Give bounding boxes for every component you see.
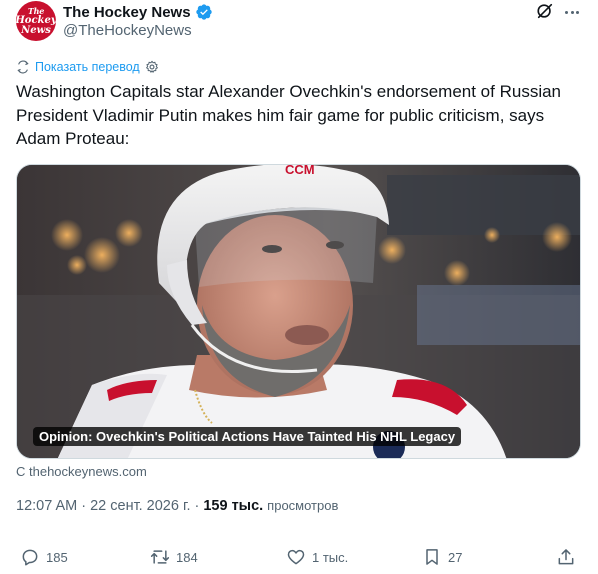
- article-photo: CCM: [17, 165, 580, 458]
- views-count: 159 тыс.: [203, 498, 264, 514]
- like-count: 1 тыс.: [312, 549, 349, 565]
- verified-badge-icon: [195, 4, 212, 20]
- tweet-time[interactable]: 12:07 AM: [16, 498, 77, 514]
- dot: [570, 10, 574, 14]
- more-dots-icon[interactable]: [562, 3, 582, 21]
- display-name[interactable]: The Hockey News: [63, 4, 191, 21]
- card-source[interactable]: С thehockeynews.com: [16, 464, 147, 479]
- bookmark-count: 27: [448, 549, 463, 565]
- tweet-text: Washington Capitals star Alexander Ovech…: [16, 82, 562, 148]
- meta-separator: ·: [81, 498, 87, 514]
- dot: [565, 10, 568, 14]
- card-caption: Opinion: Ovechkin's Political Actions Ha…: [33, 427, 462, 446]
- bookmark-button[interactable]: 27: [422, 546, 462, 568]
- grok-icon[interactable]: [536, 2, 554, 20]
- reply-icon: [22, 549, 38, 566]
- action-bar: 185 184 1 тыс. 27: [16, 546, 582, 568]
- meta-separator: ·: [194, 498, 200, 514]
- avatar[interactable]: The Hockey News: [16, 1, 56, 41]
- share-icon: [558, 549, 574, 565]
- tweet-meta: 12:07 AM · 22 сент. 2026 г. · 159 тыс. п…: [16, 498, 338, 514]
- author-name-row: The Hockey News: [63, 2, 213, 22]
- link-card[interactable]: CCM Opinion: Ovechkin's Political Action…: [16, 164, 581, 459]
- gear-icon[interactable]: [145, 60, 159, 74]
- repost-count: 184: [176, 549, 198, 565]
- reply-button[interactable]: 185: [20, 546, 68, 568]
- helmet-logo: CCM: [285, 165, 315, 177]
- avatar-text-3: News: [21, 25, 51, 36]
- show-translation-link[interactable]: Показать перевод: [35, 60, 140, 74]
- repost-icon: [150, 550, 170, 564]
- views-label: просмотров: [267, 498, 339, 513]
- repost-button[interactable]: 184: [150, 546, 198, 568]
- like-button[interactable]: 1 тыс.: [286, 546, 348, 568]
- heart-icon: [287, 549, 305, 565]
- share-button[interactable]: [556, 546, 576, 568]
- dot: [576, 10, 579, 14]
- bookmark-icon: [426, 549, 438, 565]
- reply-count: 185: [46, 549, 68, 565]
- handle[interactable]: @TheHockeyNews: [63, 22, 192, 39]
- translate-icon: [17, 60, 29, 74]
- tweet-date[interactable]: 22 сент. 2026 г.: [90, 498, 190, 514]
- translate-row[interactable]: Показать перевод: [16, 58, 159, 76]
